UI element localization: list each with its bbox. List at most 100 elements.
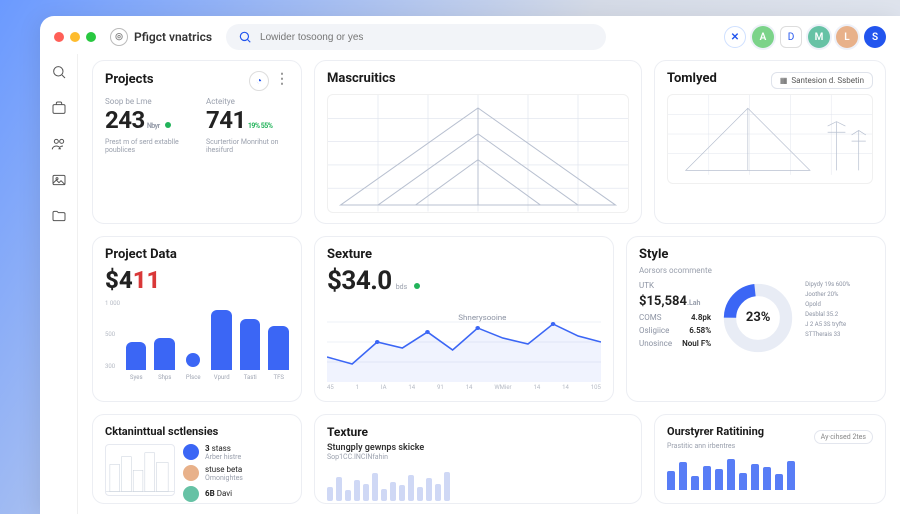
avatar-2[interactable]: M — [808, 26, 830, 48]
sidebar-item-people[interactable] — [49, 134, 69, 154]
xt-6: WMier — [494, 384, 511, 391]
ck-item-0[interactable]: 3 stassArber histre — [183, 444, 243, 461]
sexture-xticks: 45 1 IA 14 91 14 WMier 14 14 105 — [327, 384, 601, 391]
sexture-legend: Shnerysooine — [458, 313, 506, 321]
avatar-3[interactable]: L — [836, 26, 858, 48]
more-icon[interactable]: ⋮ — [275, 71, 289, 91]
xt-1: 1 — [356, 384, 359, 391]
avatar-icon — [183, 465, 199, 481]
minimize-icon[interactable] — [70, 32, 80, 42]
kpi-scope: Soop be Lme 243Nbyr Prest m of serd exta… — [105, 97, 188, 154]
project-data-card: Project Data $411 1 000 500 300 — [92, 236, 302, 402]
maximize-icon[interactable] — [86, 32, 96, 42]
project-data-title: Project Data — [105, 247, 289, 262]
ytick-1: 500 — [105, 331, 120, 338]
search-bar[interactable] — [226, 24, 606, 50]
tomlyed-action-button[interactable]: ▦ Santesion d. Ssbetin — [771, 72, 873, 89]
avatar-1[interactable]: A — [752, 26, 774, 48]
ck-illustration — [105, 444, 175, 496]
donut-center: 23% — [721, 281, 795, 355]
xt-8: 14 — [562, 384, 569, 391]
ck0l: stass — [212, 444, 231, 453]
kpi-scope-unit: Nbyr — [147, 122, 160, 130]
avatar-self[interactable]: S — [864, 26, 886, 48]
kpi-scope-value: 243 — [105, 106, 145, 134]
sexture-title: Sexture — [327, 247, 601, 262]
sidebar-item-search[interactable] — [49, 62, 69, 82]
bar-label-3: Vpurd — [211, 374, 232, 381]
style-legend: Dipydy 19s 600% Joother 20% Opold Desbla… — [805, 281, 850, 355]
sidebar-item-briefcase[interactable] — [49, 98, 69, 118]
bar-label-1: Shps — [154, 374, 175, 381]
style-subtitle: Aorsors ocommente — [639, 266, 873, 275]
window-controls[interactable] — [54, 32, 96, 42]
xt-2: IA — [381, 384, 387, 391]
m1k: COMS — [639, 313, 661, 322]
bar-label-2: Plsce — [183, 374, 204, 381]
xt-9: 105 — [591, 384, 601, 391]
leg-4: J 2 A5 3S tryfte — [805, 321, 850, 328]
m1v: 4.8pk — [691, 313, 711, 322]
leg-2: Opold — [805, 301, 850, 308]
kpi-activity-label: Acteitye — [206, 97, 289, 106]
style-card: Style Aorsors ocommente UTK $15,584.Lah … — [626, 236, 886, 402]
search-input[interactable] — [260, 32, 594, 43]
leg-3: Desblal 35.2 — [805, 311, 850, 318]
retain-bars — [667, 456, 873, 490]
ck-card: Cktaninttual sctlensies 3 stassArber his… — [92, 414, 302, 504]
ck-item-1[interactable]: stuse betaOmonightes — [183, 465, 243, 482]
tomlyed-action-label: Santesion d. Ssbetin — [791, 76, 864, 85]
avatar-icon — [183, 444, 199, 460]
kpi-activity-delta: 19% 55% — [248, 122, 273, 130]
retain-subtitle: Prastitic ann irbentres — [667, 442, 764, 450]
project-data-value-prefix: $4 — [105, 266, 133, 294]
projects-title: Projects — [105, 72, 154, 87]
bar-label-5: TFS — [268, 374, 289, 381]
kpi-scope-label: Soop be Lme — [105, 97, 188, 106]
style-title: Style — [639, 247, 873, 262]
texture-title: Texture — [327, 425, 629, 439]
sexture-card: Sexture $34.0 bds — [314, 236, 614, 402]
avatar-icon — [183, 486, 199, 502]
style-metrics: UTK $15,584.Lah COMS4.8pk Osligiice6.58%… — [639, 281, 711, 355]
status-dot-icon — [165, 122, 171, 128]
sidebar-item-image[interactable] — [49, 170, 69, 190]
m2k: Osligiice — [639, 326, 669, 335]
xt-5: 14 — [466, 384, 473, 391]
m3k: Unosince — [639, 339, 672, 348]
clock-icon[interactable]: ◔ — [249, 71, 269, 91]
texture-subtitle: Stungply gewnps skicke — [327, 443, 424, 453]
header-action-icon[interactable]: ✕ — [724, 26, 746, 48]
tomlyed-title: Tomlyed — [667, 71, 717, 86]
xt-3: 14 — [408, 384, 415, 391]
leg-1: Joother 20% — [805, 291, 850, 298]
xt-0: 45 — [327, 384, 334, 391]
texture-hint: Sop1CC.INCINfahin — [327, 453, 629, 461]
retain-filter-button[interactable]: Ay·cihsed 2tes — [814, 430, 873, 444]
status-dot-icon — [414, 283, 420, 289]
sidebar — [40, 54, 78, 514]
brand: ◎ Pfigct vnatrics — [110, 28, 212, 46]
kpi-activity-desc: Scurtertior Monrihut on ihesifurd — [206, 138, 289, 154]
retain-title: Ourstyrer Ratitining — [667, 425, 764, 438]
bar-label-4: Tasti — [240, 374, 261, 381]
mascruitics-card: Mascruitics — [314, 60, 642, 224]
bar-label-0: Syes — [126, 374, 147, 381]
brand-title: Pfigct vnatrics — [134, 30, 212, 44]
kpi-activity: Acteitye 74119% 55% Scurtertior Monrihut… — [206, 97, 289, 154]
m0v: $15,584 — [639, 294, 687, 309]
texture-bars — [327, 467, 629, 501]
ck-item-2[interactable]: 6B Davi — [183, 486, 243, 502]
project-data-value-suffix: 11 — [133, 266, 161, 294]
project-data-bars — [126, 300, 289, 370]
retain-card: Ourstyrer Ratitining Prastitic ann irben… — [654, 414, 886, 504]
kpi-activity-value: 741 — [206, 106, 246, 134]
m2v: 6.58% — [689, 326, 711, 335]
sidebar-item-folder[interactable] — [49, 206, 69, 226]
xt-4: 91 — [437, 384, 444, 391]
close-icon[interactable] — [54, 32, 64, 42]
search-icon — [238, 30, 252, 44]
header-badge-icon[interactable]: D — [780, 26, 802, 48]
kpi-scope-desc: Prest m of serd extablle poublices — [105, 138, 188, 154]
ck1l: stuse beta — [205, 465, 242, 474]
